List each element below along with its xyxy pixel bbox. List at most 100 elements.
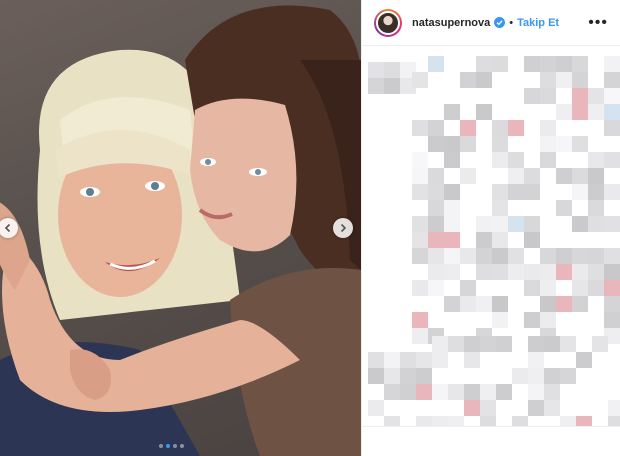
pixelated-block xyxy=(384,384,400,400)
carousel-next-button[interactable] xyxy=(333,218,353,238)
chevron-right-icon xyxy=(340,223,347,233)
pixelated-block xyxy=(444,232,460,248)
pixelated-block xyxy=(496,384,512,400)
pixelated-block xyxy=(572,296,588,312)
pixelated-block xyxy=(588,200,604,216)
pixelated-block xyxy=(428,136,444,152)
carousel-dot xyxy=(166,444,170,448)
pixelated-block xyxy=(588,184,604,200)
pixelated-block xyxy=(508,168,524,184)
pixelated-block xyxy=(508,216,524,232)
pixelated-block xyxy=(512,416,528,426)
pixelated-block xyxy=(412,328,428,344)
pixelated-block xyxy=(444,200,460,216)
pixelated-block xyxy=(592,336,608,352)
pixelated-block xyxy=(492,216,508,232)
pixelated-block xyxy=(416,384,432,400)
pixelated-block xyxy=(416,352,432,368)
pixelated-block xyxy=(588,248,604,264)
pixelated-block xyxy=(384,416,400,426)
pixelated-block xyxy=(412,280,428,296)
pixelated-block xyxy=(556,248,572,264)
pixelated-block xyxy=(460,248,476,264)
carousel-dot xyxy=(159,444,163,448)
pixelated-block xyxy=(460,136,476,152)
pixelated-block xyxy=(572,280,588,296)
pixelated-block xyxy=(540,296,556,312)
pixelated-block xyxy=(560,368,576,384)
pixelated-block xyxy=(540,56,556,72)
pixelated-block xyxy=(508,152,524,168)
pixelated-block xyxy=(588,168,604,184)
pixelated-block xyxy=(368,352,384,368)
pixelated-block xyxy=(460,296,476,312)
post-photo[interactable] xyxy=(0,0,361,456)
pixelated-block xyxy=(608,416,620,426)
pixelated-block xyxy=(444,296,460,312)
pixelated-block xyxy=(508,184,524,200)
pixelated-block xyxy=(444,152,460,168)
pixelated-block xyxy=(412,184,428,200)
instagram-post: natasupernova • Takip Et ••• xyxy=(0,0,620,456)
pixelated-block xyxy=(604,152,620,168)
pixelated-block xyxy=(604,120,620,136)
pixelated-block xyxy=(476,296,492,312)
carousel-indicator xyxy=(159,444,184,448)
pixelated-block xyxy=(368,62,384,78)
pixelated-block xyxy=(572,56,588,72)
pixelated-block xyxy=(496,336,512,352)
pixelated-block xyxy=(448,384,464,400)
pixelated-block xyxy=(428,200,444,216)
pixelated-block xyxy=(572,184,588,200)
pixelated-block xyxy=(604,104,620,120)
pixelated-block xyxy=(428,264,444,280)
pixelated-block xyxy=(412,216,428,232)
pixelated-block xyxy=(384,78,400,94)
pixelated-block xyxy=(464,400,480,416)
pixelated-block xyxy=(560,336,576,352)
pixelated-block xyxy=(540,88,556,104)
pixelated-block xyxy=(400,368,416,384)
pixelated-block xyxy=(572,72,588,88)
pixelated-block xyxy=(444,248,460,264)
pixelated-block xyxy=(444,136,460,152)
pixelated-block xyxy=(492,184,508,200)
pixelated-block xyxy=(604,184,620,200)
pixelated-block xyxy=(464,352,480,368)
pixelated-block xyxy=(460,168,476,184)
pixelated-block xyxy=(492,248,508,264)
pixelated-block xyxy=(428,232,444,248)
pixelated-block xyxy=(480,336,496,352)
pixelated-block xyxy=(492,120,508,136)
pixelated-block xyxy=(608,400,620,416)
pixelated-block xyxy=(540,248,556,264)
pixelated-block xyxy=(604,248,620,264)
pixelated-block xyxy=(604,264,620,280)
pixelated-block xyxy=(448,416,464,426)
pixelated-block xyxy=(572,168,588,184)
follow-button[interactable]: Takip Et xyxy=(517,17,559,29)
pixelated-block xyxy=(560,416,576,426)
pixelated-block xyxy=(476,72,492,88)
pixelated-block xyxy=(492,264,508,280)
pixelated-block xyxy=(544,368,560,384)
pixelated-block xyxy=(428,248,444,264)
pixelated-block xyxy=(460,120,476,136)
pixelated-block xyxy=(508,264,524,280)
pixelated-block xyxy=(540,312,556,328)
pixelated-block xyxy=(412,248,428,264)
pixelated-block xyxy=(556,72,572,88)
pixelated-block xyxy=(444,104,460,120)
photo-illustration xyxy=(0,5,361,456)
username-link[interactable]: natasupernova xyxy=(412,17,490,29)
pixelated-block xyxy=(556,296,572,312)
pixelated-block xyxy=(448,336,464,352)
pixelated-block xyxy=(432,352,448,368)
more-options-button[interactable]: ••• xyxy=(588,14,608,31)
header-separator: • xyxy=(509,16,514,29)
pixelated-block xyxy=(540,72,556,88)
pixelated-block xyxy=(524,168,540,184)
pixelated-block xyxy=(400,384,416,400)
pixelated-block xyxy=(556,264,572,280)
avatar[interactable] xyxy=(374,8,402,37)
